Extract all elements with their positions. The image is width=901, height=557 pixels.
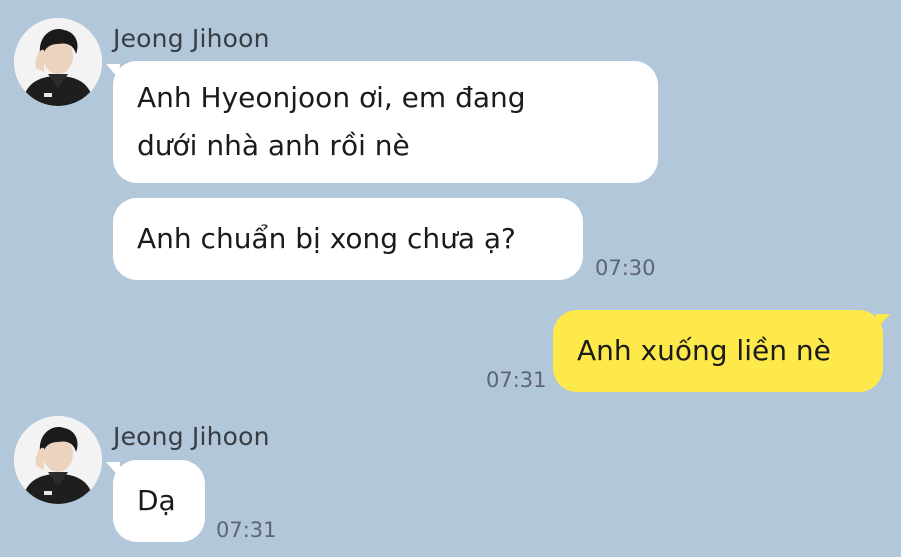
sender-name: Jeong Jihoon — [113, 24, 270, 53]
incoming-message-bubble[interactable]: Anh chuẩn bị xong chưa ạ? — [113, 198, 583, 280]
message-timestamp: 07:31 — [486, 368, 547, 392]
bubble-tail — [876, 314, 890, 330]
message-text-line: dưới nhà anh rồi nè — [137, 129, 410, 162]
message-text: Anh chuẩn bị xong chưa ạ? — [137, 222, 516, 255]
message-text-line: Anh Hyeonjoon ơi, em đang — [137, 81, 526, 114]
sender-name: Jeong Jihoon — [113, 422, 270, 451]
profile-photo-icon — [14, 416, 102, 504]
message-text: Anh xuống liền nè — [577, 334, 831, 367]
message-text: Dạ — [137, 484, 176, 517]
message-timestamp: 07:30 — [595, 256, 656, 280]
chat-area: Jeong Jihoon Anh Hyeonjoon ơi, em đang d… — [0, 0, 901, 557]
profile-photo-icon — [14, 18, 102, 106]
outgoing-message-bubble[interactable]: Anh xuống liền nè — [553, 310, 883, 392]
sender-avatar[interactable] — [14, 416, 102, 504]
incoming-message-bubble[interactable]: Anh Hyeonjoon ơi, em đang dưới nhà anh r… — [113, 61, 658, 183]
sender-avatar[interactable] — [14, 18, 102, 106]
message-timestamp: 07:31 — [216, 518, 277, 542]
incoming-message-bubble[interactable]: Dạ — [113, 460, 205, 542]
